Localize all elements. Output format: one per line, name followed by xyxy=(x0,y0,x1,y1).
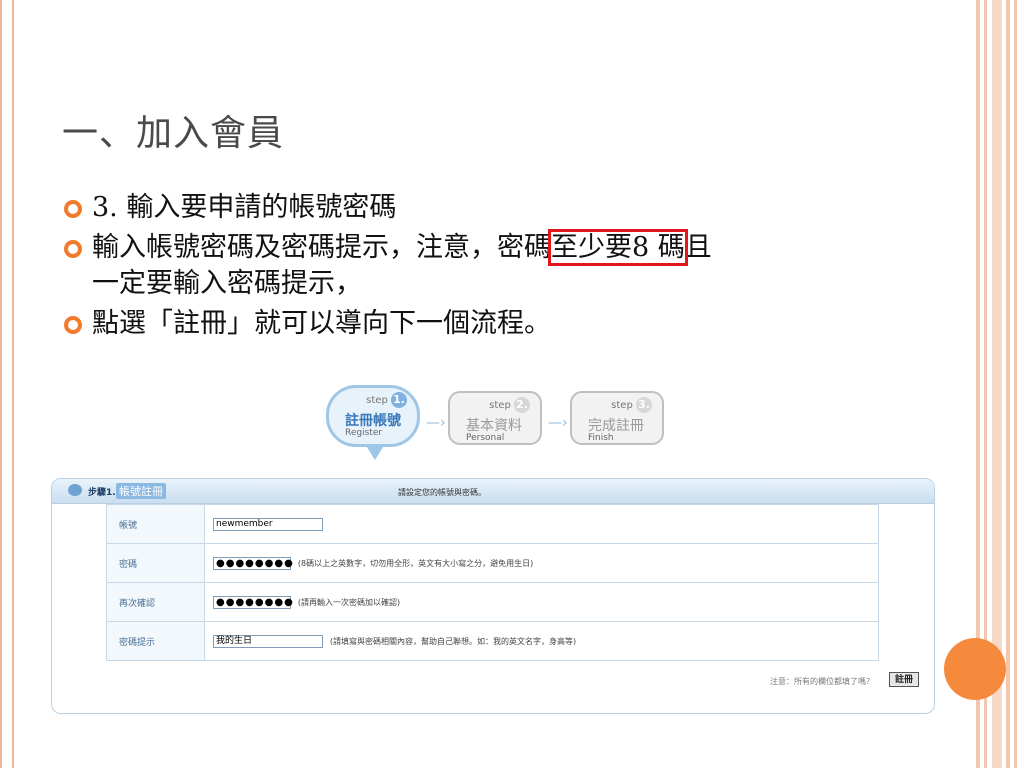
password-hint-field-cell: 我的生日 (請填寫與密碼相關內容，幫助自己聯想。如：我的英文名字，身高等) xyxy=(204,621,879,661)
step-number-badge: 1. xyxy=(391,392,407,408)
step-word: step xyxy=(489,400,511,411)
password-field-cell: ●●●●●●●● (8碼以上之英數字，切勿用全形，英文有大小寫之分，避免用生日) xyxy=(204,543,879,583)
bullet-text: 輸入帳號密碼及密碼提示，注意，密碼 xyxy=(92,232,551,263)
register-button[interactable]: 註冊 xyxy=(889,672,919,687)
bullet-ring-icon xyxy=(64,200,82,218)
step-label: 步驟1. xyxy=(88,488,116,498)
password-hint-label: 密碼提示 xyxy=(106,621,205,661)
confirm-hint: (請再輸入一次密碼加以確認) xyxy=(297,597,401,607)
form-row-confirm: 再次確認 ●●●●●●●● (請再輸入一次密碼加以確認) xyxy=(106,582,879,622)
form-row-account: 帳號 newmember xyxy=(106,504,879,544)
step-finish: step 3. 完成註冊 Finish xyxy=(570,391,664,445)
confirm-password-input[interactable]: ●●●●●●●● xyxy=(213,595,293,609)
speech-bubble-icon xyxy=(68,484,82,496)
panel-header: 步驟1. 帳號註冊 請設定您的帳號與密碼。 xyxy=(52,479,934,504)
step-subtitle: Personal xyxy=(466,433,505,443)
account-field-cell: newmember xyxy=(204,504,879,544)
form-table: 帳號 newmember 密碼 ●●●●●●●● (8碼以上之英數字，切勿用全形… xyxy=(106,504,879,661)
step-personal: step 2. 基本資料 Personal xyxy=(448,391,542,445)
password-hint-input[interactable]: 我的生日 xyxy=(213,634,323,648)
bullet-item: 點選「註冊」就可以導向下一個流程。 xyxy=(62,306,922,342)
account-label: 帳號 xyxy=(106,504,205,544)
step-word: step xyxy=(611,400,633,411)
bullet-list: 3. 輸入要申請的帳號密碼 輸入帳號密碼及密碼提示，注意，密碼至少要8 碼且 一… xyxy=(62,190,922,346)
bullet-text: 3. 輸入要申請的帳號密碼 xyxy=(92,192,397,223)
arrow-right-icon: —› xyxy=(426,415,446,431)
step-word: step xyxy=(366,395,388,406)
step-title: 帳號註冊 xyxy=(116,483,166,499)
password-hint-help: (請填寫與密碼相關內容，幫助自己聯想。如：我的英文名字，身高等) xyxy=(329,636,577,646)
password-input[interactable]: ●●●●●●●● xyxy=(213,556,293,570)
password-label: 密碼 xyxy=(106,543,205,583)
bullet-text: 點選「註冊」就可以導向下一個流程。 xyxy=(92,308,551,339)
bullet-item: 3. 輸入要申請的帳號密碼 xyxy=(62,190,922,226)
highlighted-requirement: 至少要8 碼 xyxy=(548,229,688,266)
bullet-ring-icon xyxy=(64,240,82,258)
step-title: 完成註冊 xyxy=(588,418,644,434)
account-input[interactable]: newmember xyxy=(213,517,323,531)
step-number-badge: 3. xyxy=(636,397,652,413)
form-row-password-hint: 密碼提示 我的生日 (請填寫與密碼相關內容，幫助自己聯想。如：我的英文名字，身高… xyxy=(106,621,879,661)
bullet-ring-icon xyxy=(64,316,82,334)
form-row-password: 密碼 ●●●●●●●● (8碼以上之英數字，切勿用全形，英文有大小寫之分，避免用… xyxy=(106,543,879,583)
bullet-text: 且 xyxy=(684,232,712,263)
form-prompt: 請設定您的帳號與密碼。 xyxy=(398,488,486,497)
orange-circle-decoration xyxy=(944,638,1006,700)
step-title: 註冊帳號 xyxy=(345,413,401,429)
step-indicator: step 1. 註冊帳號 Register —› step 2. 基本資料 Pe… xyxy=(326,385,666,465)
bullet-item: 輸入帳號密碼及密碼提示，注意，密碼至少要8 碼且 一定要輸入密碼提示， xyxy=(62,229,922,302)
registration-panel: 步驟1. 帳號註冊 請設定您的帳號與密碼。 帳號 newmember 密碼 ●●… xyxy=(51,478,935,714)
confirm-label: 再次確認 xyxy=(106,582,205,622)
step-title: 基本資料 xyxy=(466,418,522,434)
form-notice: 注意：所有的欄位都填了嗎？ xyxy=(770,677,874,686)
bullet-text-line2: 一定要輸入密碼提示， xyxy=(92,268,362,299)
password-hint: (8碼以上之英數字，切勿用全形，英文有大小寫之分，避免用生日) xyxy=(297,558,534,568)
step-subtitle: Register xyxy=(345,428,383,438)
step-register: step 1. 註冊帳號 Register xyxy=(326,385,420,460)
slide-title: 一、加入會員 xyxy=(62,113,285,154)
speech-bubble-tail xyxy=(365,444,385,460)
step-subtitle: Finish xyxy=(588,433,614,443)
step-number-badge: 2. xyxy=(514,397,530,413)
confirm-field-cell: ●●●●●●●● (請再輸入一次密碼加以確認) xyxy=(204,582,879,622)
arrow-right-icon: —› xyxy=(548,415,568,431)
left-border-decoration xyxy=(0,0,14,768)
